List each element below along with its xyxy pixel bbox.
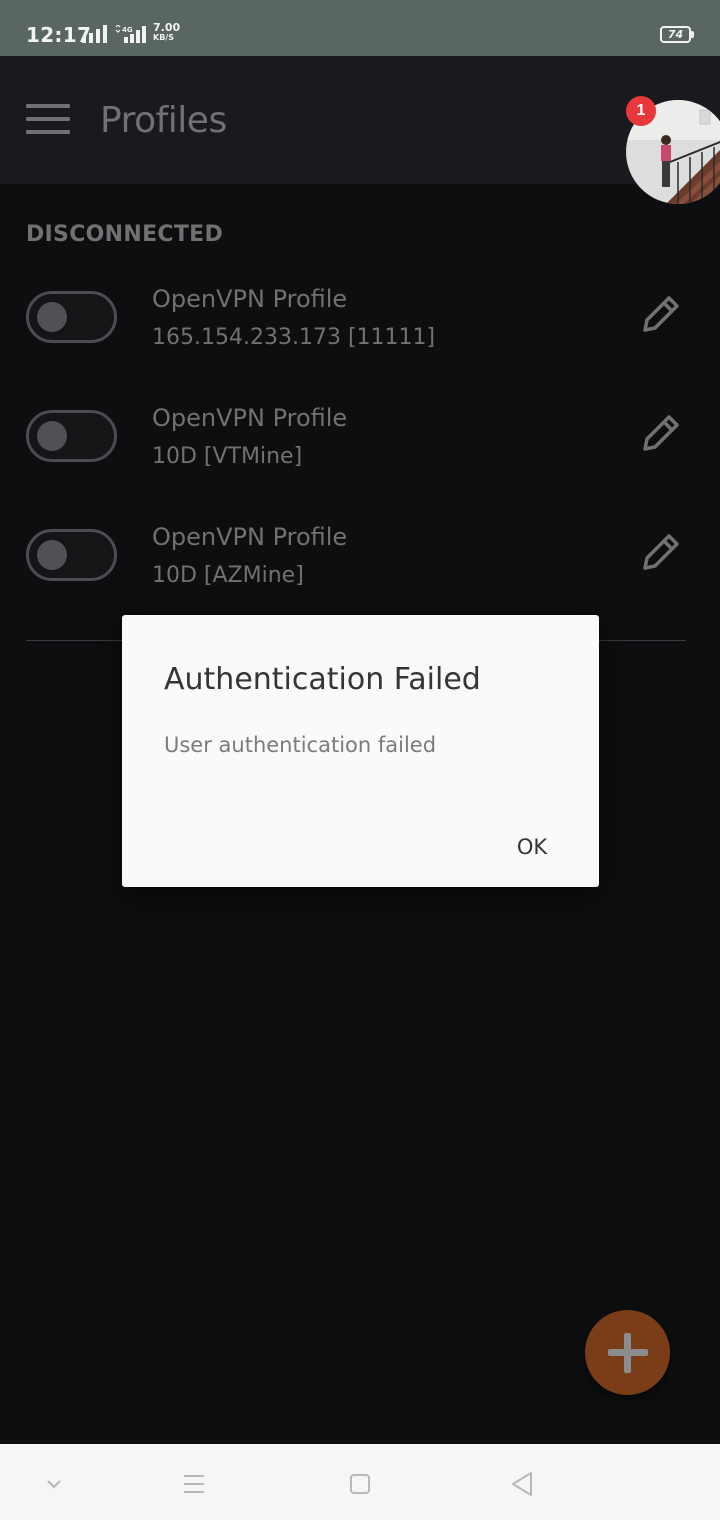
network-speed: 7.00 KB/S <box>153 22 180 43</box>
network-speed-unit: KB/S <box>153 33 174 42</box>
toggle-knob <box>37 540 67 570</box>
home-icon[interactable] <box>340 1464 380 1504</box>
connect-toggle[interactable] <box>26 410 117 462</box>
connect-toggle[interactable] <box>26 291 117 343</box>
page-title: Profiles <box>100 100 227 141</box>
profile-address: 10D [VTMine] <box>152 444 303 469</box>
signal-strength-icon <box>82 25 107 43</box>
profile-item[interactable]: OpenVPN Profile 10D [VTMine] <box>0 404 720 520</box>
back-icon[interactable] <box>502 1464 542 1504</box>
status-bar: 12:17 4G 7.00 KB/S 74 <box>0 0 720 56</box>
profile-name: OpenVPN Profile <box>152 404 348 432</box>
section-label-disconnected: DISCONNECTED <box>26 222 224 247</box>
auth-failed-dialog: Authentication Failed User authenticatio… <box>122 615 599 887</box>
profile-address: 10D [AZMine] <box>152 563 304 588</box>
system-nav-bar <box>0 1444 720 1520</box>
toggle-knob <box>37 421 67 451</box>
add-profile-button[interactable] <box>585 1310 670 1395</box>
profile-name: OpenVPN Profile <box>152 523 348 551</box>
toggle-knob <box>37 302 67 332</box>
pencil-icon[interactable] <box>638 529 684 575</box>
chevron-down-icon[interactable] <box>34 1464 74 1504</box>
dialog-title: Authentication Failed <box>164 662 481 697</box>
profile-item[interactable]: OpenVPN Profile 165.154.233.173 [11111] <box>0 285 720 401</box>
profile-address: 165.154.233.173 [11111] <box>152 325 436 350</box>
network-type-label: 4G <box>122 26 133 34</box>
hamburger-menu-icon[interactable] <box>26 104 70 134</box>
mobile-data-signal-icon: 4G <box>115 25 146 43</box>
profile-name: OpenVPN Profile <box>152 285 348 313</box>
ok-button[interactable]: OK <box>502 827 562 867</box>
battery-icon: 74 <box>660 26 694 43</box>
recent-apps-icon[interactable] <box>174 1464 214 1504</box>
battery-level: 74 <box>667 28 684 41</box>
plus-icon-vertical <box>624 1333 631 1373</box>
connect-toggle[interactable] <box>26 529 117 581</box>
pencil-icon[interactable] <box>638 410 684 456</box>
notification-badge: 1 <box>626 96 656 126</box>
pencil-icon[interactable] <box>638 291 684 337</box>
app-bar: Profiles <box>0 56 720 184</box>
dialog-message: User authentication failed <box>164 733 437 757</box>
